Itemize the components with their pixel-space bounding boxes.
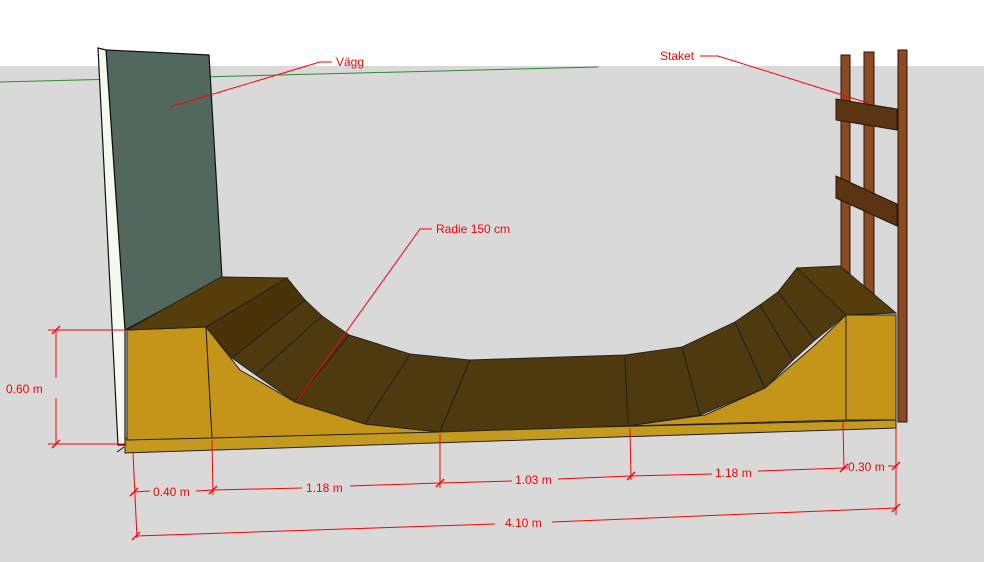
wall-label: Vägg xyxy=(336,55,364,69)
fence-post-2 xyxy=(863,51,875,297)
dim-total-length-text: 4.10 m xyxy=(505,516,542,530)
fence-post-3 xyxy=(897,49,908,423)
radius-label: Radie 150 cm xyxy=(436,222,510,236)
dim-deck-right-text: 0.30 m xyxy=(848,460,885,474)
flat-bottom-top xyxy=(439,354,629,433)
fence-label: Staket xyxy=(660,49,695,63)
dim-transition-left-text: 1.18 m xyxy=(306,481,343,495)
right-deck-front xyxy=(845,314,897,421)
dim-height-text: 0.60 m xyxy=(6,382,43,396)
dim-flat-bottom-text: 1.03 m xyxy=(515,473,552,487)
dim-deck-left-text: 0.40 m xyxy=(153,485,190,499)
fence-post-1 xyxy=(840,54,851,283)
left-deck-front xyxy=(126,326,213,441)
dim-transition-right-text: 1.18 m xyxy=(715,466,752,480)
ramp-diagram: Vägg Staket Radie 150 cm 0.60 m 0.40 m 1… xyxy=(0,0,984,562)
sketchup-viewport[interactable]: Vägg Staket Radie 150 cm 0.60 m 0.40 m 1… xyxy=(0,0,984,562)
